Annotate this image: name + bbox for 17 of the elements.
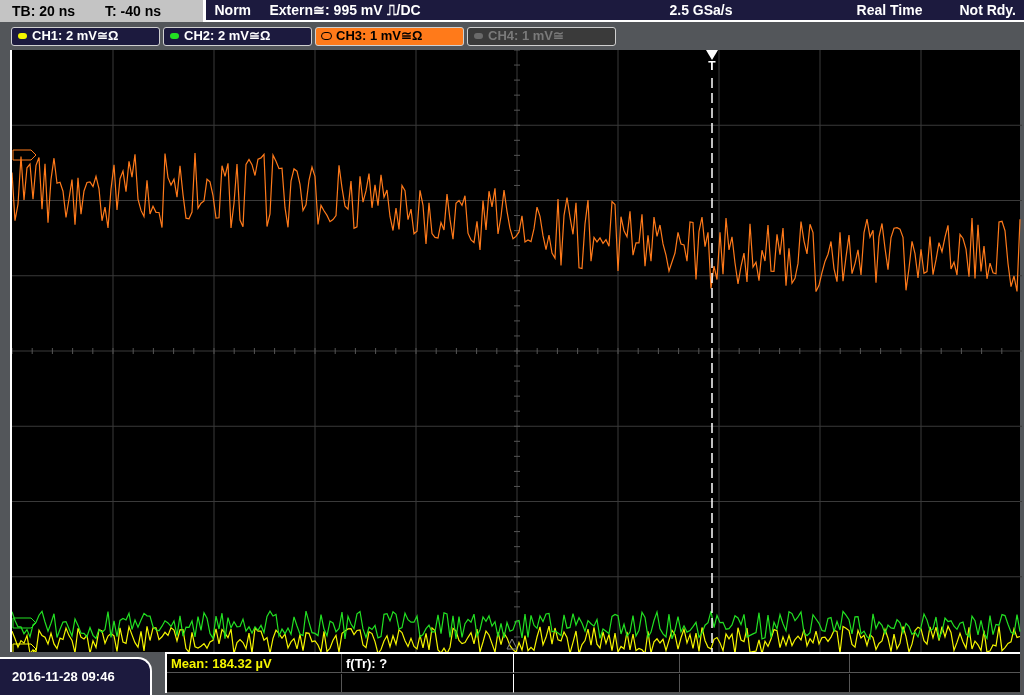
trigger-source: Extern≅: 995 mV ⎍/DC xyxy=(269,0,422,20)
trigger-offset: T: -40 ns xyxy=(105,1,162,21)
channel-tab[interactable]: CH2: 2 mV≅Ω xyxy=(163,26,312,46)
channel-marker-icon xyxy=(12,617,37,629)
ground-marker-icon xyxy=(506,638,518,650)
measurement-value: f(Tr): ? xyxy=(346,656,388,671)
trigger-marker: T xyxy=(708,60,716,72)
trigger-mode: Norm xyxy=(214,0,253,20)
acquisition-mode: Real Time xyxy=(855,0,924,20)
channel-tab[interactable]: CH3: 1 mV≅Ω xyxy=(315,26,464,46)
timebase-value: TB: 20 ns xyxy=(12,1,75,21)
channel-marker-icon xyxy=(12,643,37,652)
channel-tab[interactable]: CH1: 2 mV≅Ω xyxy=(11,26,160,46)
acquisition-state: Not Rdy. xyxy=(959,0,1016,20)
channel-marker-icon xyxy=(12,149,37,161)
sample-rate: 2.5 GSa/s xyxy=(669,0,734,20)
measurement-value: Mean: 184.32 µV xyxy=(171,656,272,671)
